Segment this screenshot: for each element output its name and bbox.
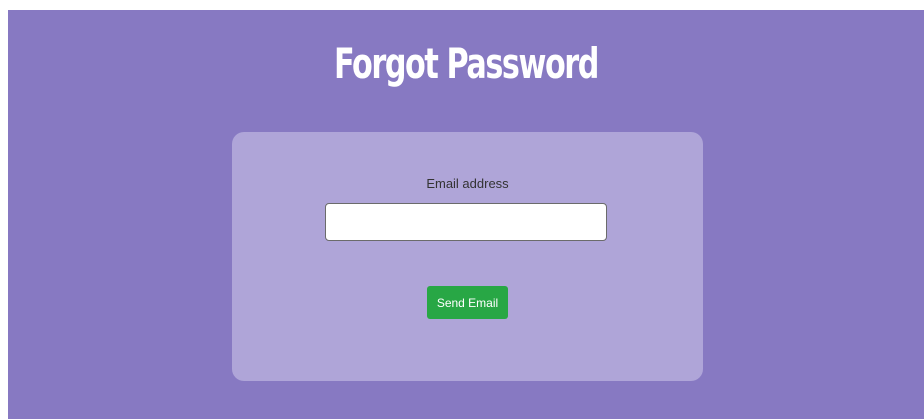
page-background: Forgot Password Email address Send Email: [8, 10, 924, 419]
email-input[interactable]: [325, 203, 607, 241]
send-email-button[interactable]: Send Email: [427, 286, 508, 319]
forgot-password-card: Email address Send Email: [232, 132, 703, 381]
email-label: Email address: [426, 176, 509, 191]
page-title: Forgot Password: [334, 39, 599, 88]
